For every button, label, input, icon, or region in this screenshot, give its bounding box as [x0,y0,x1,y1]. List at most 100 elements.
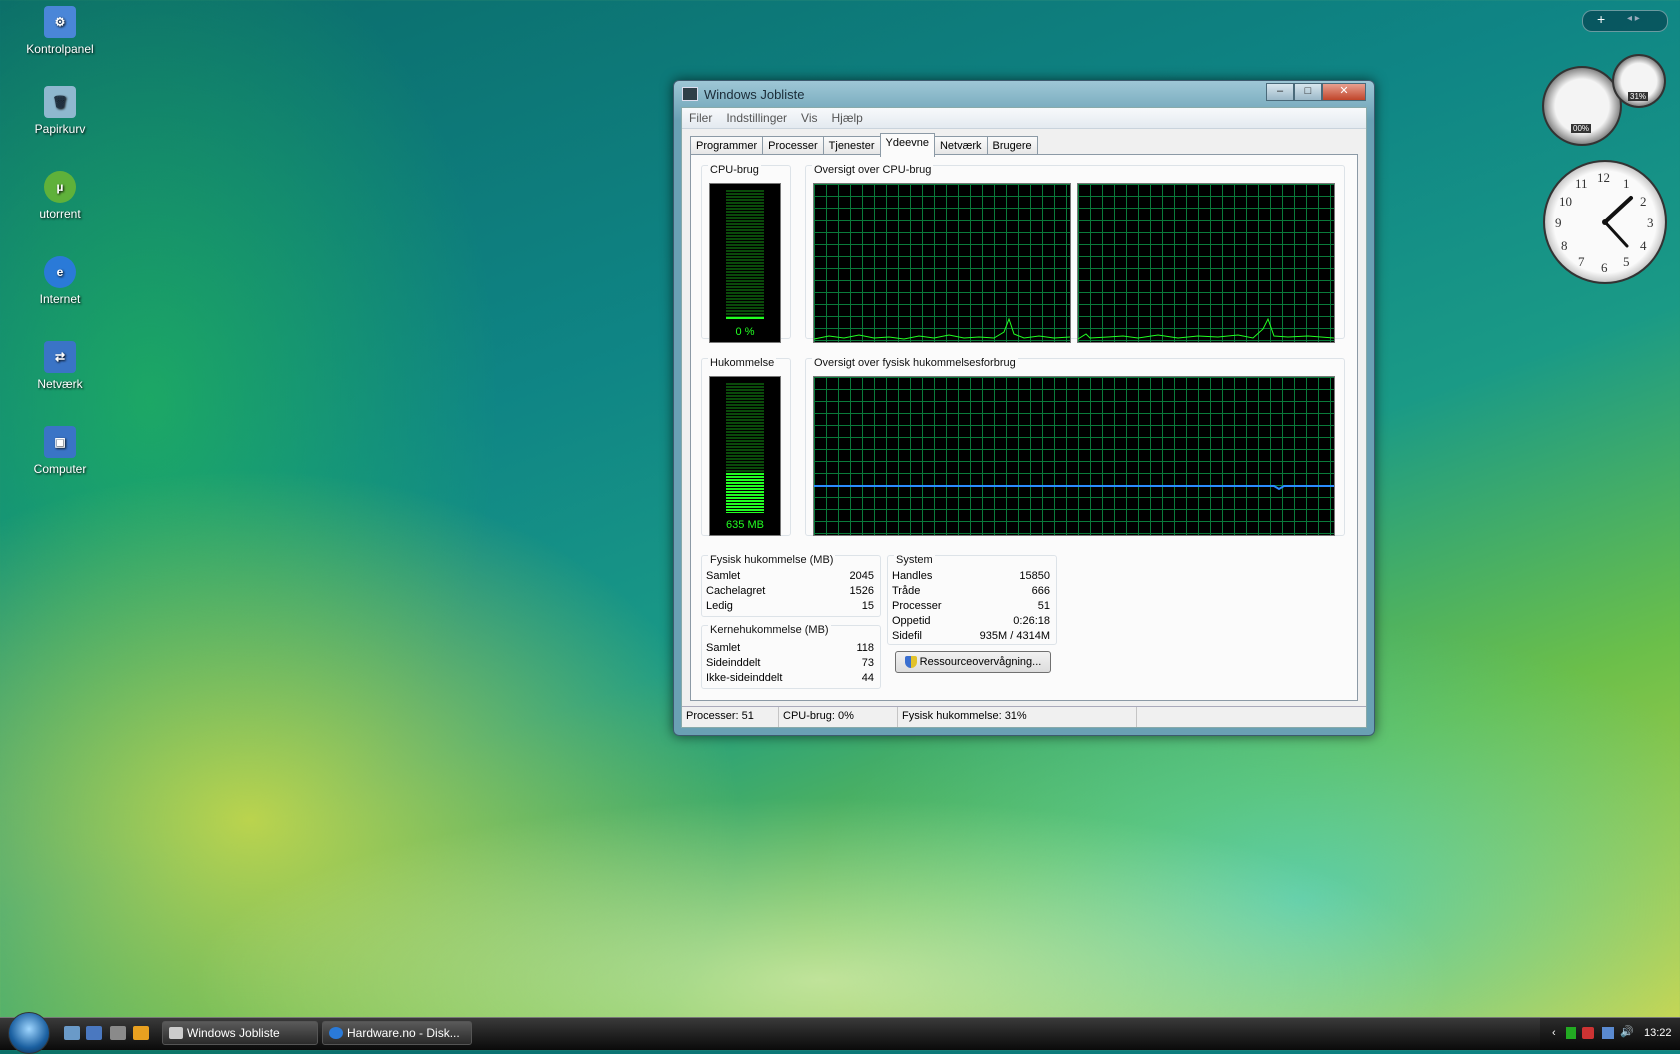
desktop-icon-label: utorrent [39,207,81,221]
physical-memory-title: Fysisk hukommelse (MB) [708,554,836,566]
table-row: Samlet 118 [706,640,874,655]
physical-memory-group: Fysisk hukommelse (MB) Samlet 2045 Cachel… [701,554,881,617]
stat-value: 118 [856,641,874,654]
stat-value: 666 [1031,584,1050,597]
taskbar-button-task-manager[interactable]: Windows Jobliste [162,1021,318,1045]
table-row: Sidefil 935M / 4314M [892,628,1050,643]
utorrent-icon: µ [44,171,76,203]
taskbar-button-label: Windows Jobliste [187,1026,280,1040]
quick-launch-app-icon[interactable] [110,1026,126,1040]
stat-value: 15 [861,599,874,612]
cpu-usage-value: 0 % [735,326,755,338]
minimize-button[interactable]: – [1266,83,1294,101]
table-row: Handles 15850 [892,568,1050,583]
tab-ydeevne[interactable]: Ydeevne [879,133,935,157]
menu-filer[interactable]: Filer [682,111,719,125]
recycle-bin-icon: 🗑 [44,86,76,118]
tray-security-icon[interactable] [1582,1027,1594,1039]
taskbar: Windows Jobliste Hardware.no - Disk... ‹… [0,1012,1680,1054]
menu-bar: Filer Indstillinger Vis Hjælp [682,108,1366,129]
cpu-usage-title: CPU-brug [708,164,761,176]
stat-value: 935M / 4314M [979,629,1050,642]
system-table: Handles 15850 Tråde 666 Processer 51 Oppeti… [892,568,1050,643]
memory-fill [726,473,764,513]
kernel-memory-table: Samlet 118 Sideinddelt 73 Ikke-sideinddelt… [706,640,874,685]
status-processes: Processer: 51 [682,707,779,727]
cpu-history-graph-core1 [813,183,1071,343]
desktop-icon-kontrolpanel[interactable]: ⚙ Kontrolpanel [20,6,100,56]
memory-group: Hukommelse 635 MB [701,357,791,536]
desktop-icon-label: Papirkurv [34,122,86,136]
stat-value: 51 [1037,599,1050,612]
performance-panel: CPU-brug 0 % Oversigt over CPU-brug Huko… [690,154,1358,701]
desktop-icon-utorrent[interactable]: µ utorrent [20,171,100,221]
clock-gadget[interactable]: 12 1 2 3 4 5 6 7 8 9 10 11 [1543,160,1667,284]
show-desktop-icon[interactable] [64,1026,80,1040]
start-button[interactable] [8,1012,50,1054]
desktop-icon-computer[interactable]: ▣ Computer [20,426,100,476]
resource-monitor-button[interactable]: Ressourceovervågning... [895,651,1051,673]
desktop-icon-internet[interactable]: e Internet [20,256,100,306]
menu-hjaelp[interactable]: Hjælp [825,111,870,125]
cpu-usage-group: CPU-brug 0 % [701,164,791,343]
taskbar-button-hardware-no[interactable]: Hardware.no - Disk... [322,1021,472,1045]
system-tray: ‹ 🔊 13:22 [1540,1018,1680,1050]
system-title: System [894,554,935,566]
desktop-icon-papirkurv[interactable]: 🗑 Papirkurv [20,86,100,136]
resource-monitor-label: Ressourceovervågning... [919,656,1042,668]
status-bar: Processer: 51 CPU-brug: 0% Fysisk hukomm… [682,706,1366,727]
table-row: Ledig 15 [706,598,874,613]
stat-label: Sidefil [892,629,922,642]
close-button[interactable]: ✕ [1322,83,1366,101]
media-player-icon[interactable] [133,1026,149,1040]
cpu-meter-gadget[interactable]: 00% [1542,66,1622,146]
task-manager-window: Windows Jobliste – □ ✕ Filer Indstilling… [673,80,1375,736]
gadget-nav-arrows[interactable]: ◂ ▸ [1627,13,1640,24]
menu-indstillinger[interactable]: Indstillinger [719,111,794,125]
tray-expand-icon[interactable]: ‹ [1552,1027,1556,1039]
tray-app-icon[interactable] [1566,1027,1576,1039]
window-client: Filer Indstillinger Vis Hjælp Programmer… [681,107,1367,728]
physical-memory-table: Samlet 2045 Cachelagret 1526 Ledig 15 [706,568,874,613]
uac-shield-icon [904,656,917,668]
cpu-history-group: Oversigt over CPU-brug [805,164,1345,343]
stat-value: 2045 [849,569,874,582]
internet-explorer-icon [329,1027,343,1039]
system-group: System Handles 15850 Tråde 666 Processer 51… [887,554,1057,645]
stat-label: Oppetid [892,614,931,627]
desktop-icon-label: Netværk [37,377,83,391]
memory-history-group: Oversigt over fysisk hukommelsesforbrug [805,357,1345,536]
desktop-icon-netvaerk[interactable]: ⇄ Netværk [20,341,100,391]
table-row: Tråde 666 [892,583,1050,598]
memory-title: Hukommelse [708,357,777,369]
switch-windows-icon[interactable] [86,1026,102,1040]
network-tray-icon[interactable] [1602,1027,1614,1039]
gadget-toolbar: + ◂ ▸ [1582,10,1668,32]
volume-icon[interactable]: 🔊 [1620,1025,1634,1038]
internet-explorer-icon: e [44,256,76,288]
memory-meter-gadget[interactable]: 31% [1612,54,1666,108]
task-manager-icon [169,1027,183,1039]
status-memory: Fysisk hukommelse: 31% [898,707,1137,727]
clock-hands [1602,196,1633,248]
clock-time[interactable]: 13:22 [1644,1027,1672,1039]
stat-label: Samlet [706,569,741,582]
taskbar-button-label: Hardware.no - Disk... [347,1026,460,1040]
cpu-history-graph-core2 [1077,183,1335,343]
add-gadget-button[interactable]: + [1597,11,1605,27]
table-row: Processer 51 [892,598,1050,613]
menu-vis[interactable]: Vis [794,111,824,125]
cpu-history-title: Oversigt over CPU-brug [812,164,934,176]
desktop-icon-label: Computer [33,462,87,476]
status-cpu: CPU-brug: 0% [779,707,898,727]
maximize-button[interactable]: □ [1294,83,1322,101]
task-manager-icon [682,87,698,101]
table-row: Oppetid 0:26:18 [892,613,1050,628]
stat-value: 44 [861,671,874,684]
stat-value: 15850 [1019,569,1050,582]
memory-gauge-label: 31% [1628,92,1649,101]
window-title: Windows Jobliste [704,86,805,102]
table-row: Sideinddelt 73 [706,655,874,670]
stat-value: 0:26:18 [1013,614,1050,627]
cpu-usage-meter: 0 % [709,183,781,343]
